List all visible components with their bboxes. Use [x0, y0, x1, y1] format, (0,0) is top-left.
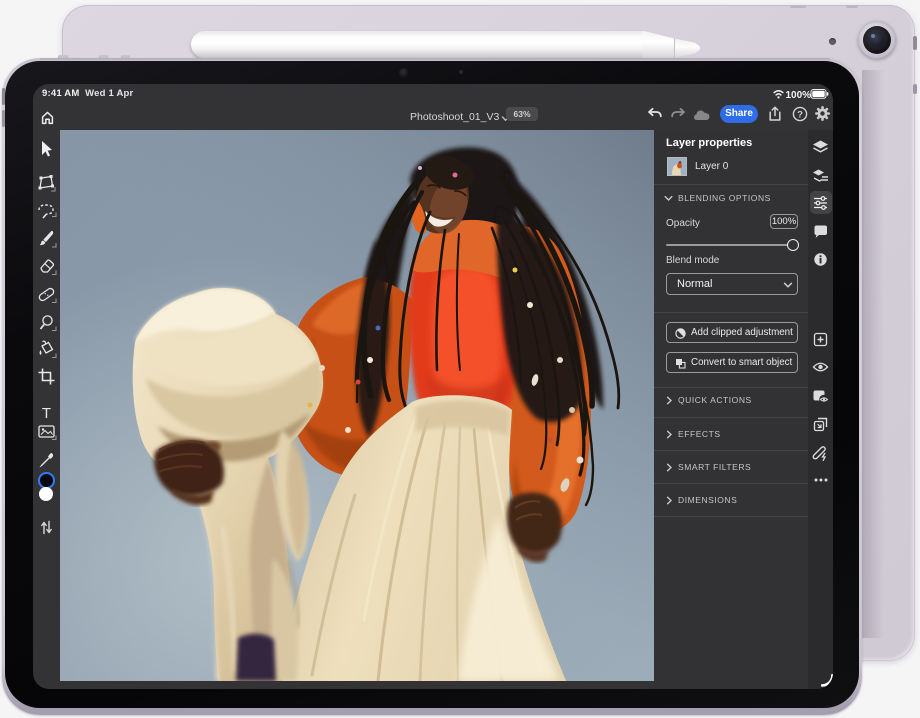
- svg-text:100%: 100%: [786, 90, 812, 100]
- svg-text:T: T: [42, 405, 51, 422]
- svg-text:?: ?: [797, 110, 803, 121]
